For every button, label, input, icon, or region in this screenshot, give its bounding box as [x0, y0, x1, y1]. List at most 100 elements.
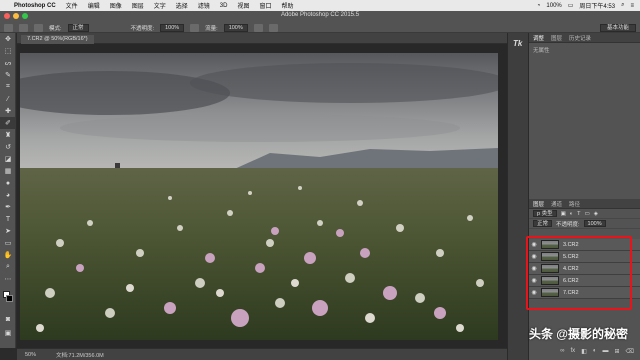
quick-select-tool-icon[interactable]: ✎	[0, 69, 16, 81]
brush-panel-toggle-icon[interactable]	[34, 24, 43, 32]
healing-brush-tool-icon[interactable]: ✚	[0, 105, 16, 117]
path-select-tool-icon[interactable]: ➤	[0, 225, 16, 237]
search-icon[interactable]: ⌕	[621, 2, 624, 9]
pressure-size-icon[interactable]	[268, 24, 278, 32]
menu-image[interactable]: 图像	[110, 1, 122, 10]
mode-label: 模式:	[49, 26, 62, 32]
canvas-area[interactable]	[17, 44, 507, 348]
flow-label: 流量:	[205, 26, 218, 32]
options-bar: Adobe Photoshop CC 2015.5 模式: 正常 不透明度: 1…	[0, 11, 640, 33]
blend-mode-select[interactable]: 正常	[533, 220, 553, 227]
layer-opacity-field[interactable]: 100%	[583, 220, 606, 227]
workspace-switcher[interactable]: 基本功能	[599, 24, 636, 32]
brush-tool-preset-icon[interactable]	[4, 24, 13, 32]
eraser-tool-icon[interactable]: ◪	[0, 153, 16, 165]
screen-mode-icon[interactable]: ▣	[0, 327, 16, 339]
landscape-photo	[20, 53, 498, 340]
crop-tool-icon[interactable]: ⌗	[0, 81, 16, 93]
menu-app-name[interactable]: Photoshop CC	[14, 3, 56, 9]
pressure-opacity-icon[interactable]	[190, 24, 200, 32]
menu-file[interactable]: 文件	[66, 1, 78, 10]
type-tool-icon[interactable]: T	[0, 213, 16, 225]
new-adjustment-icon[interactable]: ◐	[593, 348, 597, 358]
tab-channels[interactable]: 通道	[551, 200, 562, 208]
document-size[interactable]: 文档:71.2M/356.0M	[56, 351, 104, 359]
document-tab[interactable]: 7.CR2 @ 50%(RGB/16*)	[21, 35, 94, 44]
blur-tool-icon[interactable]: ●	[0, 177, 16, 189]
hand-tool-icon[interactable]: ✋	[0, 249, 16, 261]
marquee-tool-icon[interactable]: ⬚	[0, 45, 16, 57]
quick-mask-icon[interactable]: ◙	[0, 313, 16, 325]
menu-select[interactable]: 选择	[176, 1, 188, 10]
tab-adjustments[interactable]: 调整	[533, 34, 544, 42]
clock[interactable]: 周日下午4:53	[579, 1, 615, 10]
link-layers-icon[interactable]: ∞	[560, 348, 564, 358]
zoom-level[interactable]: 50%	[25, 352, 36, 358]
shape-tool-icon[interactable]: ▭	[0, 237, 16, 249]
filter-smart-icon[interactable]: ◈	[594, 211, 598, 217]
opacity-label: 不透明度:	[130, 26, 155, 32]
move-tool-icon[interactable]: ✥	[0, 33, 16, 45]
new-group-icon[interactable]: ▬	[602, 348, 608, 358]
layer-kind-filter[interactable]: p 类型	[533, 210, 557, 217]
background-color-swatch[interactable]	[6, 295, 13, 302]
menu-help[interactable]: 帮助	[281, 1, 293, 10]
layer-blend-row: 正常 不透明度: 100%	[529, 219, 640, 229]
menu-type[interactable]: 文字	[154, 1, 166, 10]
properties-panel-body: 无属性	[529, 43, 640, 198]
menu-window[interactable]: 窗口	[259, 1, 271, 10]
pen-tool-icon[interactable]: ✒	[0, 201, 16, 213]
menu-layer[interactable]: 图层	[132, 1, 144, 10]
right-panel: 调整 图层 历史记录 无属性 图层 通道 路径 p 类型 ▣ ◐ T ▭ ◈ 正…	[529, 33, 640, 360]
flow-field[interactable]: 100%	[223, 24, 248, 32]
collapsed-panel-strip: Tk	[507, 33, 529, 360]
tab-history[interactable]: 历史记录	[569, 34, 591, 42]
type-properties-icon[interactable]: Tk	[513, 39, 522, 48]
gradient-tool-icon[interactable]: ▦	[0, 165, 16, 177]
no-properties-text: 无属性	[533, 48, 550, 54]
battery-icon[interactable]: ▭	[568, 2, 574, 9]
menu-3d[interactable]: 3D	[220, 3, 228, 9]
opacity-field[interactable]: 100%	[160, 24, 185, 32]
layers-panel-tabs: 图层 通道 路径	[529, 199, 640, 209]
filter-shape-icon[interactable]: ▭	[585, 211, 590, 217]
lasso-tool-icon[interactable]: ᔕ	[0, 57, 16, 69]
document-photo[interactable]	[20, 53, 498, 340]
menu-filter[interactable]: 滤镜	[198, 1, 210, 10]
tab-layers-upper[interactable]: 图层	[551, 34, 562, 42]
battery-level: 100%	[546, 2, 562, 9]
add-mask-icon[interactable]: ◧	[581, 348, 587, 358]
new-layer-icon[interactable]: ⊞	[614, 348, 619, 358]
tools-panel: ✥ ⬚ ᔕ ✎ ⌗ ⁄ ✚ ✐ ♜ ↺ ◪ ▦ ● ◕ ✒ T ➤ ▭ ✋ ⌕ …	[0, 33, 16, 348]
menu-bar: Photoshop CC 文件 编辑 图像 图层 文字 选择 滤镜 3D 视图 …	[0, 0, 640, 11]
document-tab-bar: 7.CR2 @ 50%(RGB/16*)	[17, 33, 507, 44]
tab-paths[interactable]: 路径	[569, 200, 580, 208]
more-tools-icon[interactable]: ⋯	[0, 273, 16, 285]
dodge-tool-icon[interactable]: ◕	[0, 189, 16, 201]
mode-select[interactable]: 正常	[67, 24, 89, 32]
tab-layers[interactable]: 图层	[533, 200, 544, 208]
eyedropper-tool-icon[interactable]: ⁄	[0, 93, 16, 105]
window-title: Adobe Photoshop CC 2015.5	[280, 12, 360, 18]
notification-list-icon[interactable]: ≡	[630, 3, 634, 9]
menu-view[interactable]: 视图	[237, 1, 249, 10]
layer-style-icon[interactable]: fx	[571, 348, 576, 358]
menu-edit[interactable]: 编辑	[88, 1, 100, 10]
clone-stamp-tool-icon[interactable]: ♜	[0, 129, 16, 141]
zoom-tool-icon[interactable]: ⌕	[0, 261, 16, 273]
history-brush-tool-icon[interactable]: ↺	[0, 141, 16, 153]
layer-filter-row: p 类型 ▣ ◐ T ▭ ◈	[529, 209, 640, 219]
upper-panel-tabs: 调整 图层 历史记录	[529, 33, 640, 43]
brush-tool-icon[interactable]: ✐	[0, 117, 16, 129]
delete-layer-icon[interactable]: ⌫	[626, 348, 634, 358]
filter-type-icon[interactable]: T	[577, 211, 580, 217]
wifi-icon[interactable]: ◔	[537, 3, 541, 9]
layers-footer: ∞ fx ◧ ◐ ▬ ⊞ ⌫	[529, 348, 640, 358]
filter-pixel-icon[interactable]: ▣	[561, 211, 566, 217]
layers-highlight-frame	[526, 236, 632, 310]
filter-adjustment-icon[interactable]: ◐	[570, 211, 573, 217]
status-bar: 50% 文档:71.2M/356.0M	[17, 348, 507, 360]
watermark: 头条 @摄影的秘密	[528, 327, 628, 341]
brush-size-picker-icon[interactable]	[19, 24, 28, 32]
airbrush-icon[interactable]	[253, 24, 263, 32]
